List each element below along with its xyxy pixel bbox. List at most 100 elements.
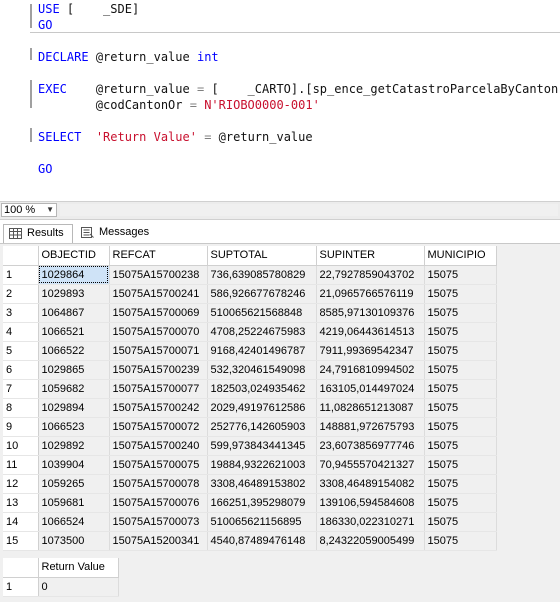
row-number[interactable]: 3 (3, 303, 39, 323)
table-cell[interactable]: 15075A15700077 (109, 379, 208, 399)
table-row[interactable]: 12 1059265 15075A15700078 3308,46489153802 3… (3, 474, 497, 494)
row-number[interactable]: 15 (3, 531, 39, 551)
tab-results[interactable]: Results (3, 224, 73, 243)
table-row[interactable]: 14 1066524 15075A15700073 510065621156895 18… (3, 512, 497, 532)
table-cell[interactable]: 15075A15700073 (109, 512, 208, 532)
table-cell[interactable]: 15075A15700072 (109, 417, 208, 437)
table-row[interactable]: 2 1029893 15075A15700241 586,926677678246 21… (3, 284, 497, 304)
row-number[interactable]: 7 (3, 379, 39, 399)
table-cell[interactable]: 1059682 (38, 379, 110, 399)
table-row[interactable]: 7 1059682 15075A15700077 182503,024935462 16… (3, 379, 497, 399)
table-cell[interactable]: 15075A15700242 (109, 398, 208, 418)
table-cell[interactable]: 4540,87489476148 (207, 531, 317, 551)
table-cell[interactable]: 15075 (424, 493, 497, 513)
row-number[interactable]: 1 (3, 577, 39, 597)
table-cell[interactable]: 3308,46489153802 (207, 474, 317, 494)
column-header-objectid[interactable]: OBJECTID (38, 246, 110, 266)
table-cell[interactable]: 736,639085780829 (207, 265, 317, 285)
table-row[interactable]: 13 1059681 15075A15700076 166251,395298079 1… (3, 493, 497, 513)
table-cell[interactable]: 9168,42401496787 (207, 341, 317, 361)
table-cell[interactable]: 182503,024935462 (207, 379, 317, 399)
return-value-grid[interactable]: Return Value 10 (3, 558, 119, 597)
column-header-suptotal[interactable]: SUPTOTAL (207, 246, 317, 266)
row-number[interactable]: 5 (3, 341, 39, 361)
zoom-dropdown[interactable]: 100 % ▼ (1, 203, 57, 217)
table-cell[interactable]: 1059265 (38, 474, 110, 494)
table-cell[interactable]: 15075 (424, 417, 497, 437)
table-cell[interactable]: 252776,142605903 (207, 417, 317, 437)
table-cell[interactable]: 15075A15700238 (109, 265, 208, 285)
table-cell[interactable]: 1064867 (38, 303, 110, 323)
row-number[interactable]: 4 (3, 322, 39, 342)
table-cell[interactable]: 1039904 (38, 455, 110, 475)
table-cell[interactable]: 186330,022310271 (316, 512, 425, 532)
table-row[interactable]: 15 1073500 15075A15200341 4540,87489476148 8… (3, 531, 497, 551)
column-header-refcat[interactable]: REFCAT (109, 246, 208, 266)
table-cell[interactable]: 1029865 (38, 360, 110, 380)
results-grid[interactable]: OBJECTID REFCAT SUPTOTAL SUPINTER MUNICI… (3, 246, 497, 551)
row-number[interactable]: 2 (3, 284, 39, 304)
row-number-header[interactable] (3, 558, 39, 578)
table-cell[interactable]: 1029892 (38, 436, 110, 456)
table-row[interactable]: 9 1066523 15075A15700072 252776,142605903 14… (3, 417, 497, 437)
table-cell[interactable]: 510065621156895 (207, 512, 317, 532)
table-cell[interactable]: 15075 (424, 303, 497, 323)
row-number-header[interactable] (3, 246, 39, 266)
table-row[interactable]: 1 1029864 15075A15700238 736,639085780829 22… (3, 265, 497, 285)
table-cell[interactable]: 15075 (424, 341, 497, 361)
row-number[interactable]: 1 (3, 265, 39, 285)
table-cell[interactable]: 15075 (424, 379, 497, 399)
table-cell[interactable]: 15075A15700075 (109, 455, 208, 475)
horizontal-scrollbar[interactable] (60, 204, 558, 216)
table-cell[interactable]: 21,0965766576119 (316, 284, 425, 304)
table-cell[interactable]: 1066521 (38, 322, 110, 342)
table-cell[interactable]: 19884,9322621003 (207, 455, 317, 475)
table-cell[interactable]: 15075 (424, 322, 497, 342)
table-cell[interactable]: 3308,46489154082 (316, 474, 425, 494)
table-cell[interactable]: 15075 (424, 531, 497, 551)
table-cell[interactable]: 8585,97130109376 (316, 303, 425, 323)
table-cell[interactable]: 1059681 (38, 493, 110, 513)
row-number[interactable]: 11 (3, 455, 39, 475)
table-cell[interactable]: 22,7927859043702 (316, 265, 425, 285)
table-cell[interactable]: 1029894 (38, 398, 110, 418)
table-cell[interactable]: 15075 (424, 398, 497, 418)
table-cell[interactable]: 1073500 (38, 531, 110, 551)
table-cell[interactable]: 2029,49197612586 (207, 398, 317, 418)
row-number[interactable]: 9 (3, 417, 39, 437)
table-cell[interactable]: 15075 (424, 284, 497, 304)
table-cell[interactable]: 15075A15700241 (109, 284, 208, 304)
table-row[interactable]: 6 1029865 15075A15700239 532,320461549098 24… (3, 360, 497, 380)
column-header-supinter[interactable]: SUPINTER (316, 246, 425, 266)
table-row[interactable]: 10 (3, 577, 119, 597)
table-cell[interactable]: 1029893 (38, 284, 110, 304)
table-cell[interactable]: 1066522 (38, 341, 110, 361)
table-cell[interactable]: 15075A15200341 (109, 531, 208, 551)
table-cell[interactable]: 15075 (424, 455, 497, 475)
table-cell[interactable]: 1066524 (38, 512, 110, 532)
table-row[interactable]: 3 1064867 15075A15700069 510065621568848 858… (3, 303, 497, 323)
table-row[interactable]: 8 1029894 15075A15700242 2029,49197612586 11… (3, 398, 497, 418)
row-number[interactable]: 12 (3, 474, 39, 494)
row-number[interactable]: 14 (3, 512, 39, 532)
table-cell[interactable]: 15075A15700070 (109, 322, 208, 342)
table-cell[interactable]: 15075A15700071 (109, 341, 208, 361)
table-cell[interactable]: 15075A15700076 (109, 493, 208, 513)
table-cell[interactable]: 166251,395298079 (207, 493, 317, 513)
table-row[interactable]: 11 1039904 15075A15700075 19884,9322621003 7… (3, 455, 497, 475)
table-cell[interactable]: 1029864 (38, 265, 110, 285)
table-cell[interactable]: 599,973843441345 (207, 436, 317, 456)
row-number[interactable]: 6 (3, 360, 39, 380)
table-cell[interactable]: 15075 (424, 512, 497, 532)
row-number[interactable]: 10 (3, 436, 39, 456)
table-cell[interactable]: 11,0828651213087 (316, 398, 425, 418)
table-cell[interactable]: 532,320461549098 (207, 360, 317, 380)
table-row[interactable]: 5 1066522 15075A15700071 9168,42401496787 79… (3, 341, 497, 361)
table-cell[interactable]: 4708,25224675983 (207, 322, 317, 342)
table-cell[interactable]: 148881,972675793 (316, 417, 425, 437)
table-cell[interactable]: 15075 (424, 265, 497, 285)
table-cell[interactable]: 70,9455570421327 (316, 455, 425, 475)
table-cell[interactable]: 15075 (424, 360, 497, 380)
table-row[interactable]: 10 1029892 15075A15700240 599,973843441345 2… (3, 436, 497, 456)
table-cell[interactable]: 0 (38, 577, 119, 597)
